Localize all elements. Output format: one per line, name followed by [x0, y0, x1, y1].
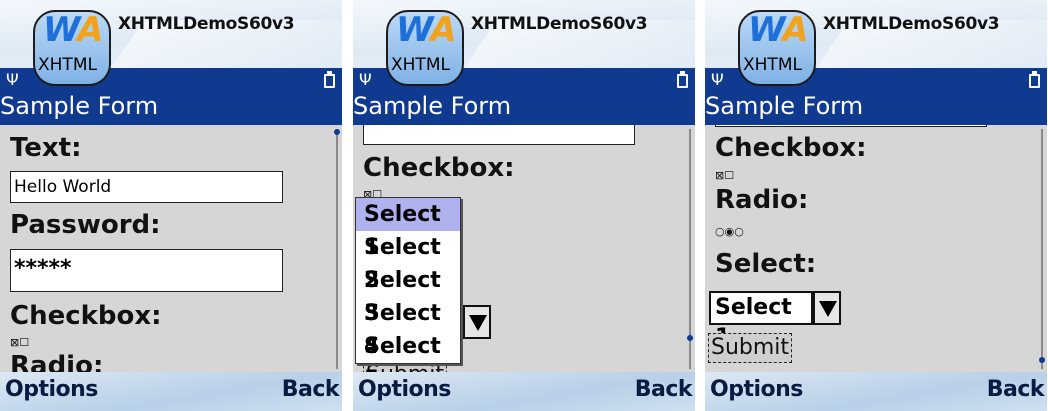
text-label: Text:	[10, 133, 82, 163]
back-softkey[interactable]: Back	[987, 377, 1045, 402]
app-logo: WA XHTML	[33, 10, 111, 86]
options-softkey[interactable]: Options	[5, 377, 98, 402]
select-label: Select:	[715, 249, 817, 279]
radio-label: Radio:	[715, 185, 809, 215]
scrollbar-thumb[interactable]	[1039, 357, 1045, 363]
app-title: XHTMLDemoS60v3	[118, 14, 295, 34]
password-input-partial[interactable]	[715, 125, 987, 127]
checkbox-group[interactable]: ⊠☐	[10, 336, 29, 349]
signal-icon: Ψ	[711, 70, 724, 89]
checkbox-label: Checkbox:	[10, 301, 162, 331]
battery-icon	[324, 71, 335, 88]
select-arrow-icon[interactable]	[463, 305, 491, 339]
form-content: Checkbox: ⊠☐ Submit Select 1 Select 2 Se…	[353, 125, 695, 372]
checkbox-group[interactable]: ⊠☐	[715, 169, 734, 182]
select-dropdown-list[interactable]: Select 1 Select 2 Select 3 Select 4 Sele…	[355, 197, 461, 372]
phone-screen-2: XHTMLDemoS60v3 Ψ WA XHTML Sample Form Ch…	[353, 0, 695, 411]
select-option-2[interactable]: Select 2	[356, 231, 460, 293]
page-title: Sample Form	[0, 92, 159, 120]
scrollbar-thumb[interactable]	[334, 129, 340, 135]
select-arrow-icon[interactable]	[813, 291, 841, 325]
select-option-5[interactable]: Select 5	[356, 330, 460, 372]
signal-icon: Ψ	[359, 70, 372, 89]
submit-button[interactable]: Submit	[708, 333, 793, 363]
back-softkey[interactable]: Back	[282, 377, 340, 402]
app-title: XHTMLDemoS60v3	[823, 14, 1000, 34]
app-logo: WA XHTML	[738, 10, 816, 86]
radio-group[interactable]: ○◉○	[715, 225, 744, 238]
form-content: Checkbox: ⊠☐ Radio: ○◉○ Select: Select 1…	[705, 125, 1047, 372]
battery-icon	[677, 71, 688, 88]
softkey-bar: Options Back	[353, 372, 695, 411]
options-softkey[interactable]: Options	[358, 377, 451, 402]
radio-label: Radio:	[10, 351, 104, 372]
scrollbar[interactable]	[689, 129, 691, 369]
password-input-partial[interactable]	[363, 125, 635, 145]
phone-screen-3: XHTMLDemoS60v3 Ψ WA XHTML Sample Form Ch…	[705, 0, 1047, 411]
page-title-bar: Sample Form	[705, 91, 1047, 125]
signal-icon: Ψ	[6, 70, 19, 89]
softkey-bar: Options Back	[705, 372, 1047, 411]
battery-icon	[1029, 71, 1040, 88]
select-option-1[interactable]: Select 1	[356, 198, 460, 260]
app-logo: WA XHTML	[386, 10, 464, 86]
app-title: XHTMLDemoS60v3	[471, 14, 648, 34]
checkbox-label: Checkbox:	[715, 133, 867, 163]
select-option-3[interactable]: Select 3	[356, 264, 460, 326]
page-title-bar: Sample Form	[0, 91, 342, 125]
scrollbar-thumb[interactable]	[687, 335, 693, 341]
page-title-bar: Sample Form	[353, 91, 695, 125]
select-box[interactable]: Select 1	[709, 291, 813, 350]
phone-screen-1: XHTMLDemoS60v3 Ψ WA XHTML Sample Form Te…	[0, 0, 342, 411]
scrollbar[interactable]	[1041, 129, 1043, 369]
options-softkey[interactable]: Options	[710, 377, 803, 402]
back-softkey[interactable]: Back	[635, 377, 693, 402]
password-label: Password:	[10, 210, 161, 240]
page-title: Sample Form	[705, 92, 864, 120]
checkbox-label: Checkbox:	[363, 153, 515, 183]
page-title: Sample Form	[353, 92, 512, 120]
select-option-4[interactable]: Select 4	[356, 297, 460, 359]
text-input[interactable]: Hello World	[10, 171, 283, 203]
password-input[interactable]: *****	[10, 249, 283, 292]
form-content: Text: Hello World Password: ***** Checkb…	[0, 125, 342, 372]
softkey-bar: Options Back	[0, 372, 342, 411]
scrollbar[interactable]	[336, 129, 338, 369]
